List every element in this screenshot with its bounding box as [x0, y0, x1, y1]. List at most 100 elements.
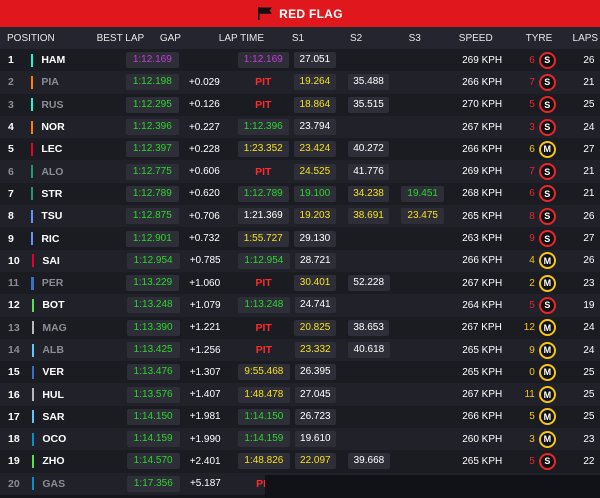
tyre-cell: S [538, 163, 556, 181]
position-number: 10 [8, 254, 20, 267]
medium-tyre-icon: M [538, 319, 556, 337]
medium-tyre-icon: M [538, 386, 556, 404]
sector1-cell: 19.610 [294, 431, 337, 448]
best-lap-value: 1:12.198 [125, 74, 179, 91]
tyre-cell: M [538, 408, 556, 426]
sector1-cell: 23.424 [294, 141, 336, 158]
position-number: 1 [8, 54, 14, 67]
gap-value: +5.187 [189, 478, 221, 490]
driver-code: RUS [41, 98, 64, 111]
team-color-bar [31, 477, 35, 491]
lap-time-cell: PIT [238, 277, 289, 289]
gap-value: +0.706 [188, 210, 220, 222]
laps-value: 19 [583, 299, 595, 311]
lap-time-value: PIT [255, 76, 272, 89]
best-lap-cell: 1:17.356 [126, 475, 180, 492]
red-flag-label: RED FLAG [279, 6, 343, 21]
table-row[interactable]: 13 MAG 1:13.390 +1.221 PIT 20.825 38.653 267 KP… [0, 316, 600, 339]
speed-value: 265 KPH [462, 210, 503, 222]
speed-value: 267 KPH [462, 277, 503, 289]
lap-time-cell: 1:12.169 [237, 52, 289, 69]
best-lap-value: 1:14.150 [126, 408, 180, 425]
table-row[interactable]: 1 HAM 1:12.169 1:12.169 27.051 269 KPH 6 S 26 [0, 49, 600, 72]
tyre-age: 6 [529, 54, 535, 66]
tyre-cell: M [538, 140, 556, 158]
position-number: 4 [8, 121, 14, 134]
sector1-cell: 22.097 [294, 453, 337, 470]
laps-value: 27 [583, 143, 595, 155]
table-row[interactable]: 16 HUL 1:13.576 +1.407 1:48.478 27.045 267 KPH… [0, 383, 600, 406]
table-row[interactable]: 5 LEC 1:12.397 +0.228 1:23.352 23.424 40.272 26… [0, 138, 600, 161]
table-row[interactable]: 6 ALO 1:12.775 +0.606 PIT 24.525 41.776 269 KPH… [0, 160, 600, 183]
header-tyre: TYRE [525, 32, 553, 44]
table-row[interactable]: 11 PER 1:13.229 +1.060 PIT 30.401 52.228 267 KP… [0, 271, 600, 295]
table-row[interactable]: 15 VER 1:13.476 +1.307 9:55.468 26.395 265 KPH… [0, 361, 600, 384]
table-row[interactable]: 8 TSU 1:12.875 +0.706 1:21.369 19.203 38.691 23… [0, 205, 600, 228]
tyre-cell: S [538, 118, 556, 136]
best-lap-value: 1:12.775 [125, 163, 179, 180]
sector3-value: 23.475 [401, 208, 444, 225]
table-row[interactable]: 14 ALB 1:13.425 +1.256 PIT 23.332 40.618 265 KP… [0, 338, 600, 362]
sector3-value: 19.451 [401, 185, 444, 202]
driver-code: ALB [42, 344, 64, 356]
header-speed: SPEED [458, 32, 493, 44]
driver-code: SAI [42, 254, 60, 267]
team-color-bar [30, 53, 34, 67]
tyre-cell: S [538, 207, 556, 225]
table-row[interactable]: 4 NOR 1:12.396 +0.227 1:12.396 23.794 267 KPH 3… [0, 115, 600, 139]
tyre-age: 6 [529, 143, 535, 155]
lap-time-cell: 1:23.352 [237, 141, 289, 158]
driver-code: PIA [41, 76, 59, 89]
driver-code: MAG [42, 321, 67, 334]
table-row[interactable]: 19 ZHO 1:14.570 +2.401 1:48.826 22.097 39.668 2… [0, 450, 600, 473]
tyre-age: 2 [529, 277, 535, 289]
tyre-age: 7 [529, 76, 535, 88]
lap-time-value: 1:12.789 [237, 185, 289, 202]
tyre-cell: M [538, 386, 556, 404]
table-row[interactable]: 17 SAR 1:14.150 +1.981 1:14.150 26.723 266 KPH… [0, 405, 600, 429]
table-row[interactable]: 18 OCO 1:14.159 +1.990 1:14.159 19.610 260 KPH… [0, 428, 600, 451]
sector1-cell: 19.264 [294, 74, 336, 91]
lap-time-value: PIT [255, 344, 273, 356]
table-row[interactable]: 3 RUS 1:12.295 +0.126 PIT 18.864 35.515 270 KPH… [0, 93, 600, 116]
table-row[interactable]: 2 PIA 1:12.198 +0.029 PIT 19.264 35.488 266 KPH… [0, 71, 600, 94]
best-lap-cell: 1:13.248 [126, 297, 180, 314]
timing-table: 1 HAM 1:12.169 1:12.169 27.051 269 KPH 6 S 26 2 PI… [0, 49, 600, 495]
tyre-age: 9 [529, 344, 535, 356]
sector1-cell: 27.051 [294, 52, 336, 69]
speed-value: 265 KPH [462, 344, 503, 356]
speed-value: 265 KPH [462, 366, 503, 378]
sector1-value: 18.864 [294, 96, 336, 113]
table-row[interactable]: 9 RIC 1:12.901 +0.732 1:55.727 29.130 263 KPH 9… [0, 227, 600, 250]
team-color-bar [31, 388, 35, 402]
soft-tyre-icon: S [538, 73, 556, 91]
team-color-bar [31, 410, 35, 424]
sector3-cell: 19.451 [401, 185, 444, 202]
position-number: 17 [8, 410, 20, 423]
sector1-value: 23.424 [294, 141, 336, 158]
table-row[interactable]: 10 SAI 1:12.954 +0.785 1:12.954 28.721 266 KPH… [0, 249, 600, 272]
team-color-bar [30, 187, 34, 201]
laps-value: 26 [583, 54, 595, 66]
gap-value: +1.981 [189, 411, 221, 423]
table-row[interactable]: 7 STR 1:12.789 +0.620 1:12.789 19.100 34.238 19… [0, 182, 600, 206]
sector2-cell: 40.272 [347, 141, 390, 158]
position-number: 7 [8, 187, 14, 200]
position-number: 15 [8, 366, 20, 379]
soft-tyre-icon: S [538, 185, 556, 203]
sector1-cell: 19.203 [294, 208, 336, 225]
laps-value: 24 [583, 344, 595, 356]
best-lap-value: 1:12.169 [125, 52, 179, 69]
gap-value: +2.401 [189, 455, 221, 467]
speed-value: 267 KPH [461, 322, 502, 334]
table-row[interactable]: 12 BOT 1:13.248 +1.079 1:13.248 24.741 264 KPH… [0, 294, 600, 317]
best-lap-value: 1:13.248 [126, 297, 180, 314]
tyre-age: 12 [523, 322, 535, 334]
lap-time-cell: PIT [238, 166, 289, 178]
position-number: 20 [8, 477, 20, 490]
position-number: 18 [8, 433, 20, 446]
sector1-value: 19.100 [294, 185, 336, 202]
sector1-value: 23.794 [294, 119, 336, 136]
sector2-value: 39.668 [348, 453, 390, 470]
sector1-cell: 19.100 [294, 185, 336, 202]
